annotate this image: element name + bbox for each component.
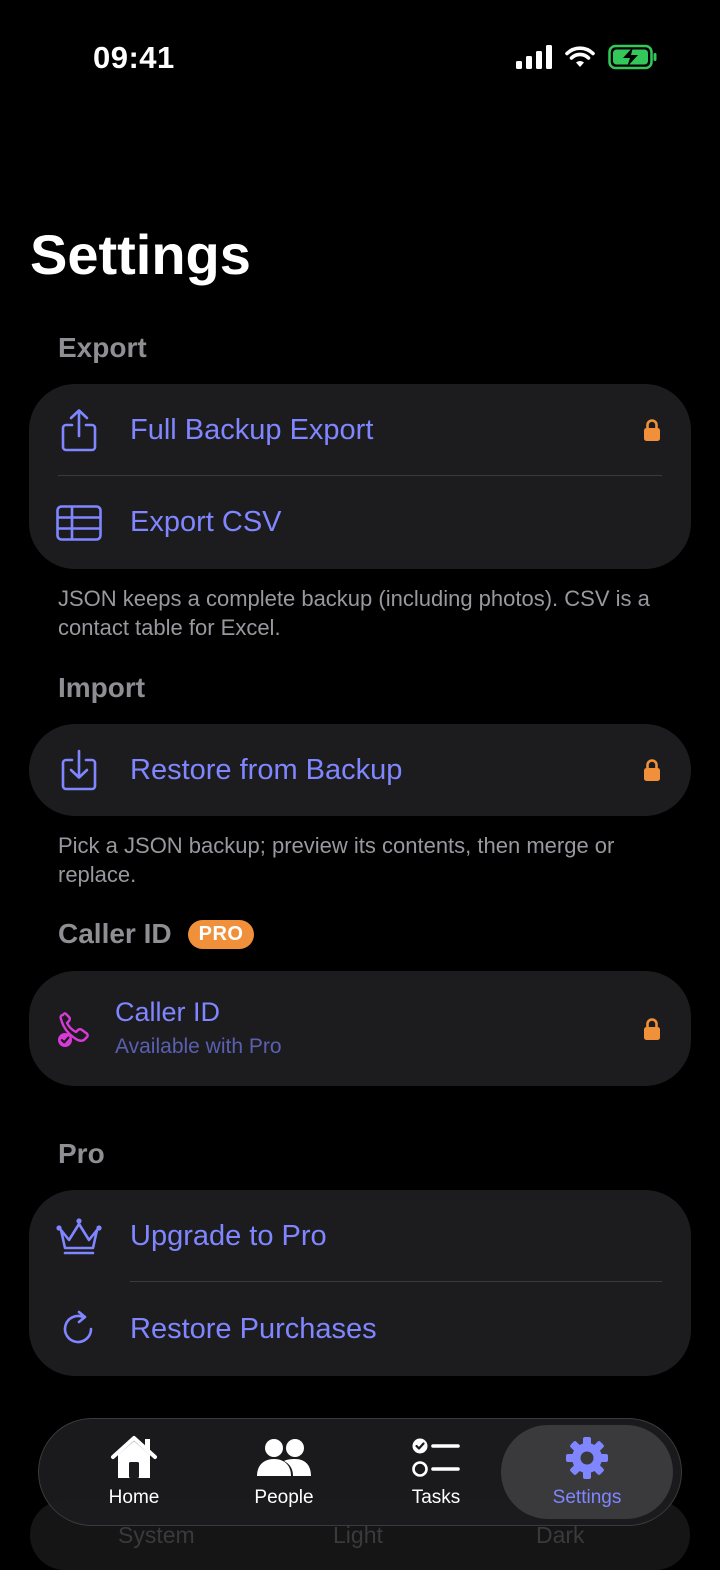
battery-charging-icon [608, 44, 657, 70]
page-title: Settings [30, 223, 251, 286]
lock-icon [644, 419, 660, 441]
tab-settings[interactable]: Settings [501, 1425, 673, 1519]
appearance-option-dark: Dark [536, 1522, 585, 1548]
export-card: Full Backup Export Export CSV [29, 384, 691, 569]
caller-id-section-header: Caller ID PRO [58, 918, 255, 950]
export-footnote: JSON keeps a complete backup (including … [58, 586, 650, 640]
pro-section-title: Pro [58, 1138, 105, 1169]
tab-tasks-label: Tasks [411, 1486, 461, 1508]
restore-purchases-label: Restore Purchases [130, 1312, 377, 1345]
caller-id-card: Caller ID Available with Pro [29, 971, 691, 1086]
pro-section-header: Pro [58, 1138, 105, 1170]
checklist-icon [411, 1435, 461, 1481]
tab-bar: Home People Tasks Settings [38, 1418, 682, 1526]
tab-settings-label: Settings [552, 1487, 622, 1508]
caller-id-section-title: Caller ID [58, 918, 172, 949]
tab-home-label: Home [108, 1486, 160, 1508]
appearance-option-system: System [118, 1522, 195, 1548]
wifi-icon [565, 46, 595, 67]
import-card: Restore from Backup [29, 724, 691, 816]
full-backup-export-row[interactable]: Full Backup Export [29, 384, 691, 476]
pro-badge: PRO [187, 919, 255, 949]
tab-tasks[interactable]: Tasks [361, 1419, 511, 1524]
appearance-option-light: Light [333, 1522, 383, 1548]
status-time: 09:41 [93, 40, 175, 75]
download-tray-icon [55, 746, 103, 794]
cellular-signal-icon [516, 45, 552, 69]
export-section-header: Export [58, 332, 147, 364]
share-icon [55, 406, 103, 454]
status-bar: 09:41 [0, 0, 720, 110]
import-section-header: Import [58, 672, 145, 704]
export-csv-label: Export CSV [130, 506, 282, 538]
phone-checkmark-icon [51, 1005, 99, 1053]
import-section-title: Import [58, 672, 146, 703]
lock-icon [644, 759, 660, 781]
export-section-title: Export [58, 332, 147, 363]
upgrade-to-pro-row[interactable]: Upgrade to Pro [29, 1190, 691, 1282]
tab-home[interactable]: Home [59, 1419, 209, 1524]
table-icon [55, 499, 103, 547]
import-footnote: Pick a JSON backup; preview its contents… [58, 833, 615, 887]
restore-from-backup-label: Restore from Backup [130, 753, 403, 786]
status-icons [516, 44, 658, 70]
pro-card: Upgrade to Pro Restore Purchases [29, 1190, 691, 1376]
gear-icon [564, 1435, 610, 1481]
restore-from-backup-row[interactable]: Restore from Backup [29, 724, 691, 816]
caller-id-row[interactable]: Caller ID Available with Pro [29, 971, 691, 1086]
upgrade-to-pro-label: Upgrade to Pro [130, 1219, 327, 1252]
tab-people-label: People [254, 1486, 314, 1508]
export-csv-row[interactable]: Export CSV [29, 476, 691, 569]
people-icon [255, 1435, 313, 1481]
crown-icon [55, 1212, 103, 1260]
tab-people[interactable]: People [209, 1419, 359, 1524]
restore-purchases-row[interactable]: Restore Purchases [29, 1282, 691, 1376]
caller-id-title: Caller ID [115, 997, 221, 1027]
restore-arrow-icon [55, 1305, 103, 1353]
caller-id-subtitle: Available with Pro [115, 1035, 282, 1058]
lock-icon [644, 1017, 660, 1040]
full-backup-export-label: Full Backup Export [130, 413, 374, 446]
house-icon [110, 1435, 158, 1481]
